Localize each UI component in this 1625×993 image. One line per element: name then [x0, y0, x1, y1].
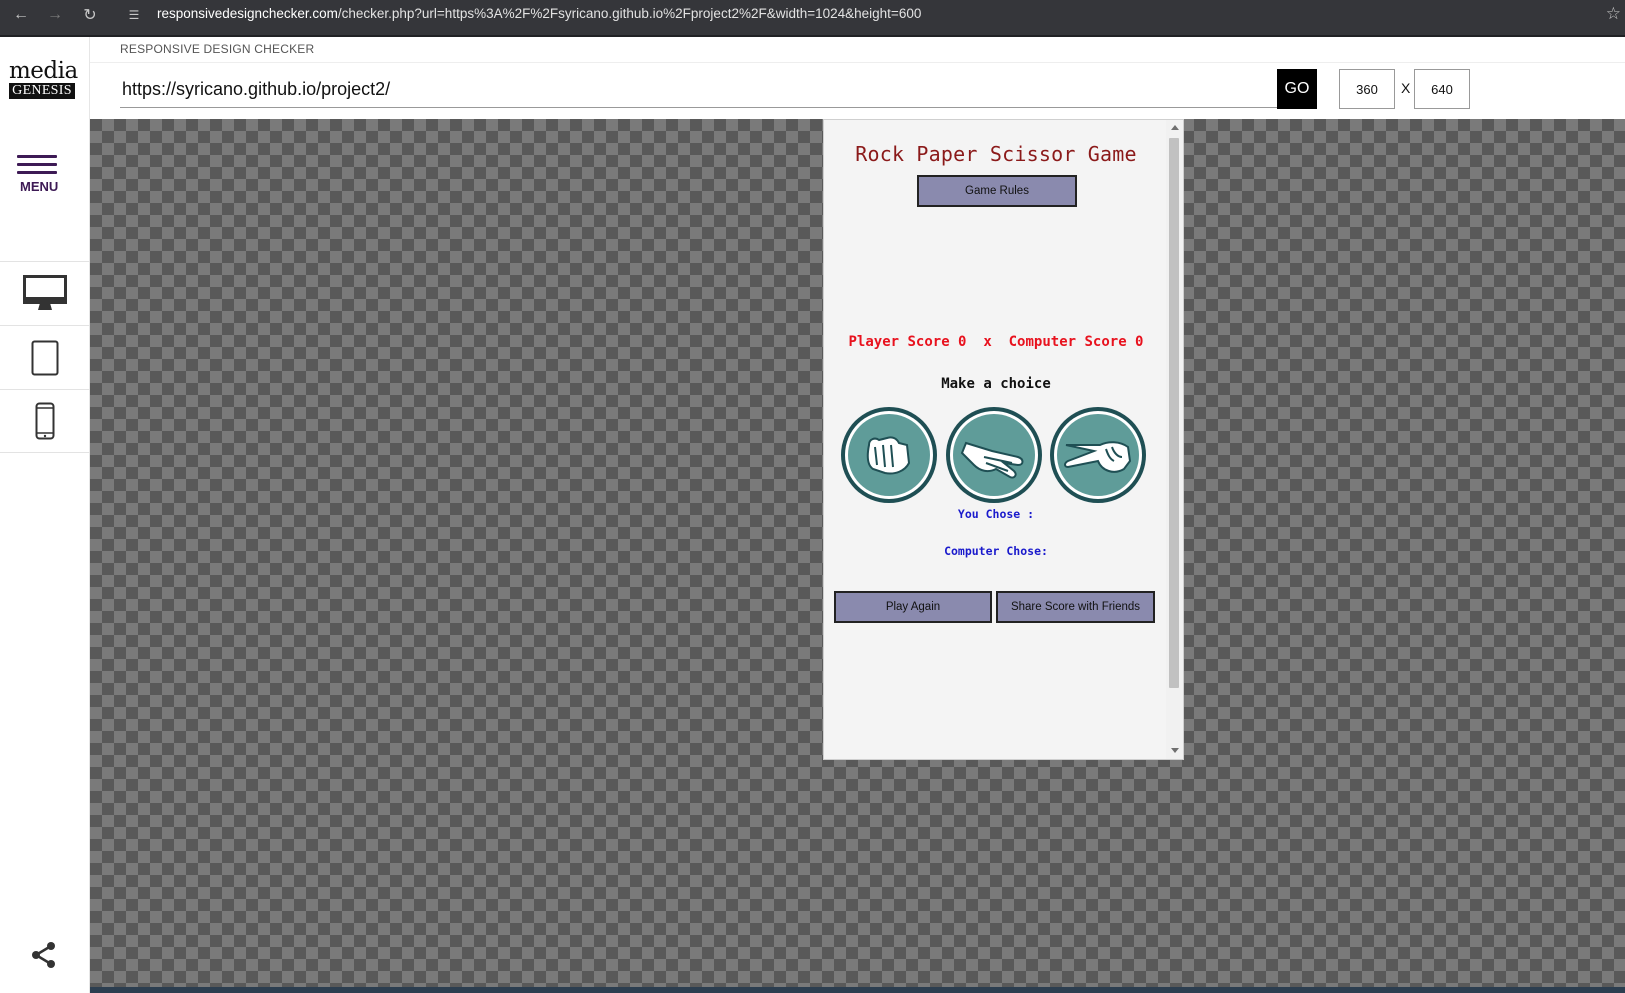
menu-button[interactable]: MENU	[17, 155, 63, 201]
reload-icon[interactable]: ↻	[75, 0, 105, 30]
paper-icon[interactable]	[944, 405, 1044, 505]
share-score-button[interactable]: Share Score with Friends	[996, 591, 1155, 623]
share-icon	[32, 942, 55, 968]
scrollbar-thumb[interactable]	[1169, 138, 1179, 688]
address-host: responsivedesignchecker.com	[157, 6, 338, 21]
page-title: RESPONSIVE DESIGN CHECKER	[120, 42, 315, 56]
score-line: Player Score 0 x Computer Score 0	[848, 334, 1144, 350]
back-icon[interactable]: ←	[6, 0, 36, 30]
site-info-icon[interactable]: ☰	[126, 7, 142, 23]
scroll-up-icon[interactable]	[1171, 125, 1179, 130]
header-divider	[90, 62, 1625, 63]
logo-line2: GENESIS	[9, 83, 75, 99]
browser-toolbar: ← → ↻ ☰ responsivedesignchecker.com/chec…	[0, 0, 1625, 37]
bookmark-star-icon[interactable]: ☆	[1606, 4, 1621, 24]
desktop-view-button[interactable]	[0, 261, 90, 325]
computer-chose-label: Computer Chose:	[944, 544, 1048, 558]
height-input[interactable]	[1414, 69, 1470, 109]
go-button[interactable]: GO	[1277, 69, 1317, 109]
play-again-button[interactable]: Play Again	[834, 591, 992, 623]
scissors-icon[interactable]	[1048, 405, 1148, 505]
width-input[interactable]	[1339, 69, 1395, 109]
you-chose-label: You Chose :	[957, 507, 1035, 521]
address-path: /checker.php?url=https%3A%2F%2Fsyricano.…	[337, 6, 922, 21]
choice-heading: Make a choice	[941, 376, 1051, 392]
scroll-down-icon[interactable]	[1171, 748, 1179, 753]
address-bar[interactable]: responsivedesignchecker.com/checker.php?…	[157, 6, 921, 21]
tablet-view-button[interactable]	[0, 325, 90, 389]
sidebar: media GENESIS MENU	[0, 37, 90, 993]
media-genesis-logo[interactable]: media GENESIS	[9, 58, 78, 99]
url-input[interactable]	[120, 72, 1277, 108]
hamburger-icon	[17, 155, 57, 158]
game-rules-button[interactable]: Game Rules	[917, 175, 1077, 207]
tablet-icon	[31, 340, 59, 375]
phone-view-button[interactable]	[0, 389, 90, 453]
rock-icon[interactable]	[839, 405, 939, 505]
phone-icon	[35, 402, 55, 440]
device-scrollbar[interactable]	[1166, 120, 1183, 759]
logo-line1: media	[9, 58, 78, 84]
desktop-icon	[23, 274, 67, 310]
menu-label: MENU	[20, 179, 59, 194]
dimension-separator: X	[1401, 80, 1411, 96]
share-button[interactable]	[30, 941, 58, 974]
device-preview[interactable]: Rock Paper Scissor Game Game Rules Playe…	[823, 119, 1184, 760]
game-title: Rock Paper Scissor Game	[855, 142, 1137, 166]
stage-bottom-bar	[90, 987, 1625, 993]
forward-icon[interactable]: →	[40, 0, 70, 30]
